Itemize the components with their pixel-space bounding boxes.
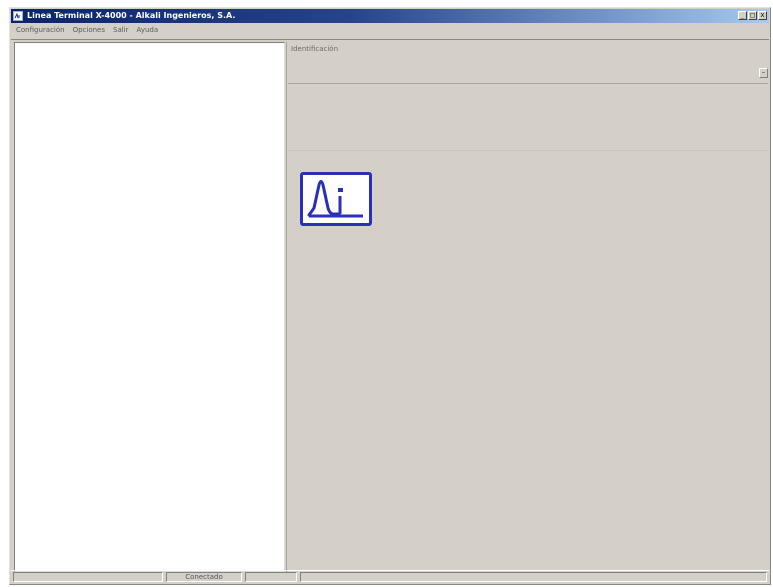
maximize-button[interactable]: □ [748,11,757,20]
menu-divider [11,39,769,40]
menu-configuracion[interactable]: Configuración [12,24,69,37]
status-cell-3 [245,572,297,582]
tree-panel[interactable] [14,42,285,572]
menu-bar: Configuración Opciones Salir Ayuda [12,24,162,37]
menu-ayuda[interactable]: Ayuda [133,24,163,37]
window-title: Linea Terminal X-4000 - Alkali Ingeniero… [27,11,236,20]
close-button[interactable]: x [758,11,767,20]
minus-icon[interactable]: – [759,68,768,78]
identification-panel: Identificación – [288,42,768,84]
identification-label: Identificación [291,45,339,53]
title-bar[interactable]: Linea Terminal X-4000 - Alkali Ingeniero… [11,9,769,23]
minimize-button[interactable]: _ [738,11,747,20]
menu-opciones[interactable]: Opciones [69,24,109,37]
status-cell-1 [13,572,163,582]
menu-salir[interactable]: Salir [109,24,133,37]
ai-logo-icon [300,172,372,226]
application-window: Linea Terminal X-4000 - Alkali Ingeniero… [9,7,771,585]
status-cell-4 [300,572,767,582]
pane-splitter[interactable] [286,42,287,572]
info-area [288,85,768,151]
connection-status: Conectado [166,572,242,582]
status-bar: Conectado [11,570,769,583]
app-icon[interactable] [13,11,23,21]
